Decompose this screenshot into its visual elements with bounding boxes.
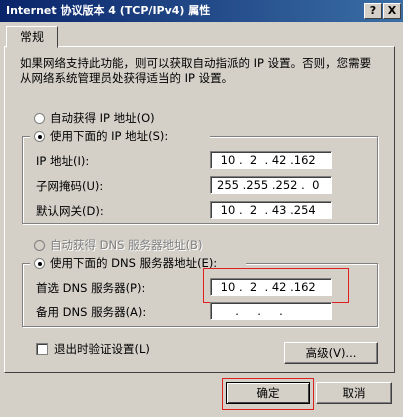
auto-ip-radio[interactable]	[34, 113, 45, 124]
subnet-mask-field[interactable]: 255 .255 .252 . 0	[210, 176, 332, 194]
cancel-button[interactable]: 取消	[316, 382, 392, 404]
manual-ip-label[interactable]: 使用下面的 IP 地址(S):	[50, 128, 168, 144]
validate-checkbox[interactable]	[36, 343, 48, 355]
tab-general[interactable]: 常规	[6, 26, 58, 48]
default-gateway-field[interactable]: 10 . 2 . 43 .254	[210, 201, 332, 219]
auto-dns-radio[interactable]	[34, 240, 45, 251]
manual-dns-label[interactable]: 使用下面的 DNS 服务器地址(E):	[50, 255, 217, 271]
manual-ip-radio[interactable]	[34, 131, 45, 142]
close-button[interactable]: X	[383, 3, 401, 19]
ip-address-label: IP 地址(I):	[36, 154, 90, 168]
validate-label[interactable]: 退出时验证设置(L)	[54, 341, 150, 357]
alternate-dns-label: 备用 DNS 服务器(A):	[36, 305, 147, 319]
ip-address-field[interactable]: 10 . 2 . 42 .162	[210, 151, 332, 169]
preferred-dns-label: 首选 DNS 服务器(P):	[36, 281, 146, 295]
help-button[interactable]: ?	[364, 3, 382, 19]
window-title: Internet 协议版本 4 (TCP/IPv4) 属性	[6, 4, 211, 17]
ok-highlight-box	[222, 378, 314, 410]
description-text: 如果网络支持此功能，则可以获取自动指派的 IP 设置。否则，您需要从网络系统管理…	[20, 56, 372, 85]
auto-ip-label[interactable]: 自动获得 IP 地址(O)	[50, 110, 155, 126]
default-gateway-label: 默认网关(D):	[36, 204, 104, 218]
title-bar: Internet 协议版本 4 (TCP/IPv4) 属性 ? X	[0, 0, 403, 22]
subnet-mask-label: 子网掩码(U):	[36, 179, 104, 193]
advanced-button[interactable]: 高级(V)...	[284, 342, 378, 364]
highlight-box	[203, 268, 349, 303]
alternate-dns-field[interactable]: . . .	[210, 302, 332, 320]
ip-group-header: 使用下面的 IP 地址(S):	[30, 128, 210, 144]
manual-dns-radio[interactable]	[34, 258, 45, 269]
auto-dns-label[interactable]: 自动获得 DNS 服务器地址(B)	[50, 237, 202, 253]
